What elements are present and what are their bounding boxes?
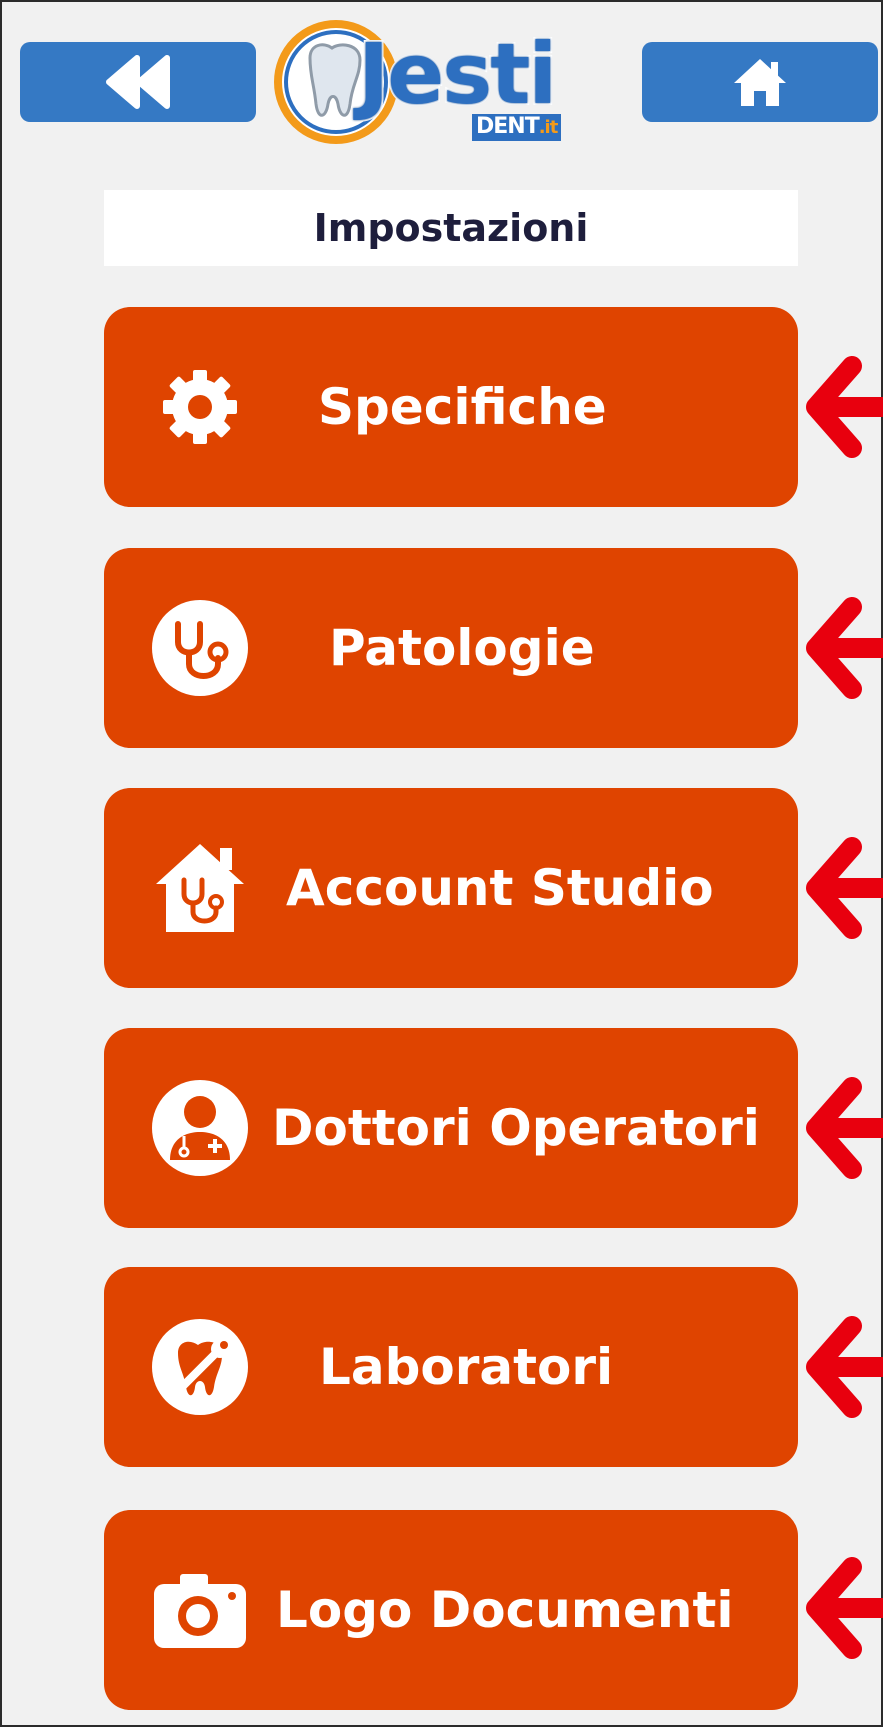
logo-documenti-label: Logo Documenti <box>276 1581 734 1639</box>
gear-icon <box>148 355 252 459</box>
logo-text: Jesti <box>356 25 559 123</box>
red-arrow-icon <box>802 352 883 462</box>
top-bar: Jesti DENT.it <box>2 2 883 152</box>
patologie-label: Patologie <box>329 619 595 677</box>
red-arrow-icon <box>802 833 883 943</box>
dottori-operatori-label: Dottori Operatori <box>272 1099 760 1157</box>
logo-sub-it: .it <box>538 117 559 138</box>
laboratori-button[interactable]: Laboratori <box>104 1267 798 1467</box>
home-icon <box>734 59 786 106</box>
back-button[interactable] <box>20 42 256 122</box>
page-header: Impostazioni <box>104 190 798 266</box>
patologie-button[interactable]: Patologie <box>104 548 798 748</box>
house-stethoscope-icon <box>148 836 252 940</box>
logo-subtext: DENT.it <box>472 114 562 141</box>
page-title: Impostazioni <box>313 206 589 250</box>
doctor-icon <box>148 1076 252 1180</box>
red-arrow-icon <box>802 593 883 703</box>
red-arrow-icon <box>802 1312 883 1422</box>
account-studio-label: Account Studio <box>286 859 714 917</box>
home-button[interactable] <box>642 42 878 122</box>
logo-documenti-button[interactable]: Logo Documenti <box>104 1510 798 1710</box>
account-studio-button[interactable]: Account Studio <box>104 788 798 988</box>
dottori-operatori-button[interactable]: Dottori Operatori <box>104 1028 798 1228</box>
stethoscope-icon <box>148 596 252 700</box>
tooth-wrench-icon <box>148 1315 252 1419</box>
specifiche-button[interactable]: Specifiche <box>104 307 798 507</box>
laboratori-label: Laboratori <box>319 1338 614 1396</box>
rewind-icon <box>106 55 170 109</box>
red-arrow-icon <box>802 1553 883 1663</box>
jestident-logo: Jesti DENT.it <box>270 14 630 146</box>
logo-sub-dent: DENT <box>476 114 540 139</box>
red-arrow-icon <box>802 1073 883 1183</box>
camera-icon <box>148 1558 252 1662</box>
specifiche-label: Specifiche <box>318 378 607 436</box>
